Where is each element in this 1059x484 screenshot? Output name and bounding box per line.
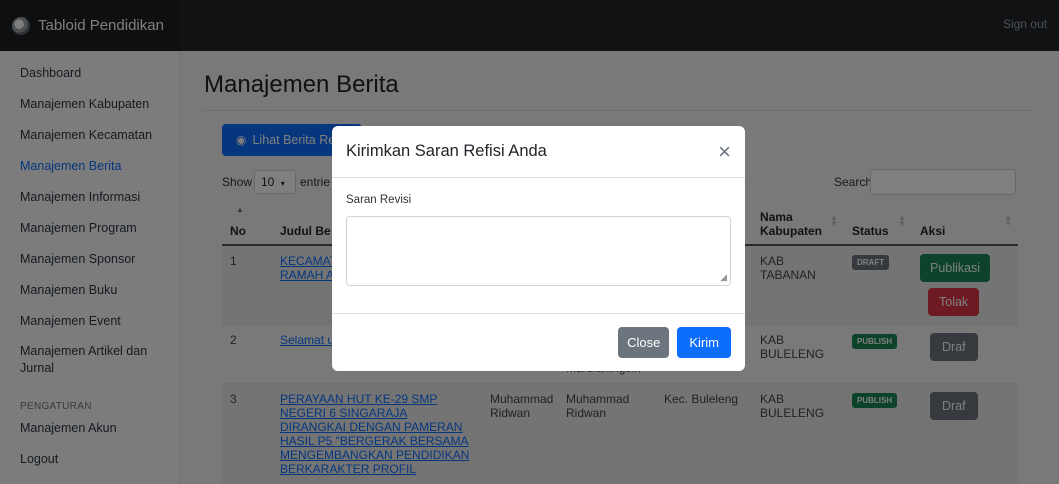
kirim-button[interactable]: Kirim: [677, 327, 731, 358]
resize-grip-icon[interactable]: ◢: [720, 272, 727, 283]
revision-modal: Kirimkan Saran Refisi Anda × Saran Revis…: [332, 126, 745, 371]
modal-title: Kirimkan Saran Refisi Anda: [346, 142, 547, 160]
modal-header: Kirimkan Saran Refisi Anda ×: [332, 126, 745, 178]
close-icon[interactable]: ×: [718, 140, 731, 163]
modal-body: Saran Revisi ◢: [332, 178, 745, 314]
close-button[interactable]: Close: [618, 327, 670, 358]
saran-revisi-label: Saran Revisi: [346, 194, 412, 206]
modal-footer: Close Kirim: [332, 314, 745, 358]
saran-revisi-textarea[interactable]: ◢: [346, 216, 731, 286]
